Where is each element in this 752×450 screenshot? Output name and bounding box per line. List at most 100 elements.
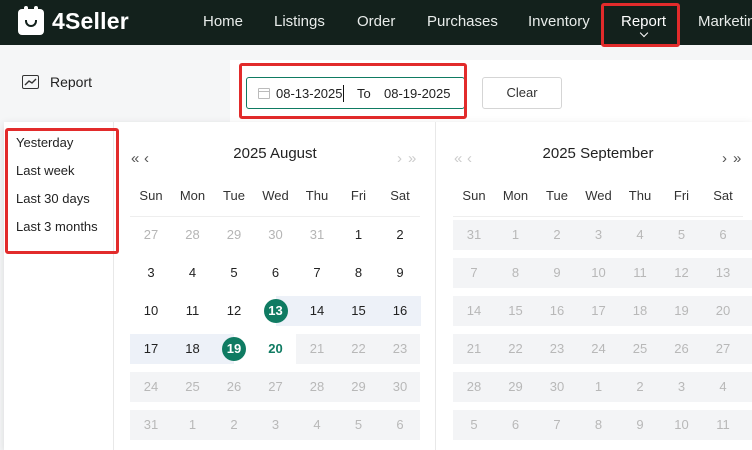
weekday-label: Fri — [350, 188, 367, 203]
calendar-day-disabled: 26 — [226, 379, 242, 394]
calendar-day-disabled: 24 — [591, 341, 606, 356]
calendar-day-disabled: 1 — [594, 379, 603, 394]
selected-day-marker: 13 — [263, 299, 288, 323]
calendar-day-disabled: 4 — [313, 417, 321, 432]
calendar-day[interactable]: 5 — [217, 261, 251, 285]
calendar-day[interactable]: 15 — [342, 299, 376, 323]
weekday-label: Thu — [305, 188, 329, 203]
calendar-day-disabled: 25 — [632, 341, 648, 356]
calendar-day-disabled: 18 — [632, 303, 648, 318]
calendar-day-disabled: 25 — [185, 379, 200, 394]
weekday-label: Thu — [628, 188, 652, 203]
next-year-icon[interactable]: » — [733, 150, 741, 167]
calendar-day-range-start[interactable]: 13 — [259, 299, 293, 323]
selected-day-marker: 19 — [222, 337, 246, 361]
calendar-day-disabled: 29 — [508, 379, 523, 394]
calendar-day[interactable]: 9 — [383, 261, 417, 285]
calendar-day-disabled: 9 — [553, 265, 561, 280]
weekday-label: Wed — [262, 188, 289, 203]
calendar-day[interactable]: 7 — [300, 261, 334, 285]
calendar-day-disabled: 22 — [508, 341, 523, 356]
calendar-day-disabled: 26 — [674, 341, 689, 356]
calendar-day-disabled: 11 — [716, 417, 730, 432]
calendar-day[interactable]: 1 — [342, 223, 376, 247]
calendar-day-disabled: 8 — [594, 417, 603, 432]
calendar-day-disabled: 3 — [594, 227, 603, 242]
calendar-day-disabled: 3 — [271, 417, 280, 432]
calendar-day-disabled: 5 — [470, 417, 478, 432]
calendar-divider — [435, 122, 436, 450]
calendar-day[interactable]: 11 — [176, 299, 210, 323]
calendar-day-other-month[interactable]: 28 — [176, 223, 210, 247]
calendar-day-disabled: 23 — [392, 341, 408, 356]
calendar-day-disabled: 7 — [470, 265, 478, 280]
calendar-day-disabled: 31 — [466, 227, 482, 242]
calendar-day-disabled: 27 — [715, 341, 731, 356]
calendar-day[interactable]: 3 — [134, 261, 168, 285]
nav-home[interactable]: Home — [203, 13, 243, 30]
calendar-day-disabled: 22 — [351, 341, 366, 356]
calendar-day[interactable]: 16 — [383, 299, 417, 323]
brand-name: 4Seller — [52, 8, 129, 34]
calendar-day[interactable]: 17 — [134, 337, 168, 361]
weekday-label: Mon — [179, 188, 206, 203]
brand-logo[interactable]: 4Seller — [18, 5, 129, 35]
calendar-day-other-month[interactable]: 27 — [134, 223, 168, 247]
calendar-day-disabled: 14 — [466, 303, 482, 318]
calendar-day-disabled: 6 — [511, 417, 520, 432]
calendar-day-other-month[interactable]: 30 — [259, 223, 293, 247]
calendar-day-disabled: 1 — [511, 227, 520, 242]
calendar-day-disabled: 16 — [549, 303, 565, 318]
calendar-day-disabled: 4 — [636, 227, 644, 242]
calendar-day-disabled: 2 — [553, 227, 561, 242]
calendar-day-disabled: 2 — [636, 379, 644, 394]
calendar-day[interactable]: 10 — [134, 299, 168, 323]
calendar-day[interactable]: 6 — [259, 261, 293, 285]
calendar-day[interactable]: 14 — [300, 299, 334, 323]
calendar-day-disabled: 8 — [511, 265, 520, 280]
calendar-day-disabled: 30 — [392, 379, 408, 394]
calendar-day-disabled: 13 — [715, 265, 731, 280]
weekday-label: Tue — [546, 188, 568, 203]
calendar-day-other-month[interactable]: 31 — [300, 223, 334, 247]
date-highlight-box — [239, 63, 467, 119]
calendar-day-disabled: 4 — [719, 379, 727, 394]
calendar-day-disabled: 2 — [230, 417, 238, 432]
calendar-day-disabled: 28 — [309, 379, 325, 394]
calendar-day-disabled: 24 — [143, 379, 159, 394]
calendar-day-other-month[interactable]: 29 — [217, 223, 251, 247]
calendar-day-disabled: 20 — [715, 303, 731, 318]
nav-listings[interactable]: Listings — [274, 13, 325, 30]
nav-purchases[interactable]: Purchases — [427, 13, 498, 30]
weekday-label: Wed — [585, 188, 612, 203]
weekday-label: Sat — [713, 188, 733, 203]
weekday-label: Sun — [462, 188, 486, 203]
calendar-day-disabled: 7 — [553, 417, 561, 432]
calendar-day-disabled: 6 — [396, 417, 404, 432]
calendar-day-disabled: 30 — [549, 379, 565, 394]
calendar-day-disabled: 10 — [674, 417, 689, 432]
calendar-day-disabled: 12 — [674, 265, 689, 280]
sidebar-item-report[interactable]: Report — [22, 74, 92, 90]
nav-marketing[interactable]: Marketin — [698, 13, 752, 30]
weekday-label: Tue — [223, 188, 245, 203]
clear-button[interactable]: Clear — [482, 77, 562, 109]
calendar-day[interactable]: 18 — [176, 337, 210, 361]
left-calendar-title: 2025 August — [233, 145, 317, 162]
nav-inventory[interactable]: Inventory — [528, 13, 590, 30]
weekday-divider — [453, 216, 743, 217]
weekday-divider — [130, 216, 420, 217]
next-year-icon-disabled: » — [408, 150, 417, 167]
calendar-day-today[interactable]: 20 — [259, 337, 293, 361]
calendar-day[interactable]: 12 — [217, 299, 251, 323]
weekday-label: Sun — [139, 188, 163, 203]
nav-order[interactable]: Order — [357, 13, 395, 30]
calendar-day-disabled: 11 — [633, 265, 647, 280]
next-month-icon[interactable]: › — [722, 150, 727, 167]
calendar-day-range-end[interactable]: 19 — [217, 337, 251, 361]
calendar-day[interactable]: 2 — [383, 223, 417, 247]
calendar-day[interactable]: 4 — [176, 261, 210, 285]
weekday-label: Mon — [502, 188, 529, 203]
calendar-day[interactable]: 8 — [342, 261, 376, 285]
report-highlight-box — [601, 3, 680, 47]
